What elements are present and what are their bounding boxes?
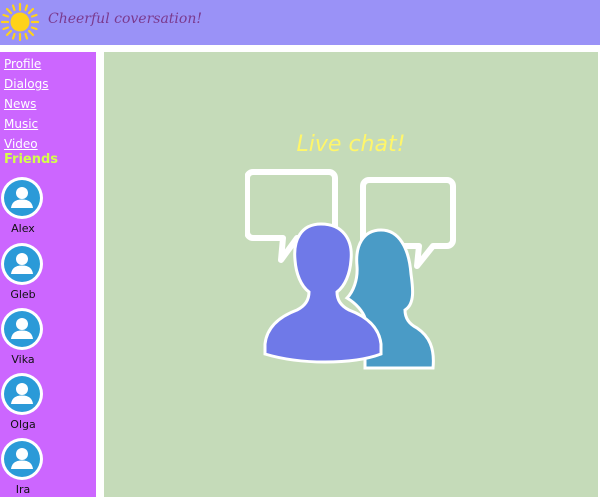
friend-item-olga[interactable]: Olga: [0, 372, 46, 431]
friend-name: Ira: [15, 483, 31, 496]
user-avatar-icon: [1, 243, 43, 285]
header-bar: Cheerful coversation!: [0, 0, 600, 45]
friend-name: Alex: [11, 222, 35, 235]
user-avatar-icon: [1, 177, 43, 219]
friend-item-alex[interactable]: Alex: [0, 176, 46, 235]
friend-item-vika[interactable]: Vika: [0, 307, 46, 366]
nav-link-video[interactable]: Video: [4, 134, 48, 154]
sidebar-nav: Profile Dialogs News Music Video: [4, 54, 48, 154]
sun-icon: [0, 2, 40, 42]
user-avatar-icon: [1, 373, 43, 415]
user-avatar-icon: [1, 308, 43, 350]
friend-name: Olga: [10, 418, 36, 431]
nav-link-profile[interactable]: Profile: [4, 54, 48, 74]
friend-item-gleb[interactable]: Gleb: [0, 242, 46, 301]
friend-name: Gleb: [10, 288, 36, 301]
user-avatar-icon: [1, 438, 43, 480]
friends-heading: Friends: [4, 152, 59, 167]
nav-link-music[interactable]: Music: [4, 114, 48, 134]
friend-item-ira[interactable]: Ira: [0, 437, 46, 496]
nav-link-news[interactable]: News: [4, 94, 48, 114]
main-content: Live chat!: [104, 52, 598, 497]
nav-link-dialogs[interactable]: Dialogs: [4, 74, 48, 94]
live-chat-headline: Live chat!: [296, 132, 406, 157]
friend-name: Vika: [11, 353, 35, 366]
live-chat-people-icon: [245, 169, 456, 370]
sidebar: Profile Dialogs News Music Video Friends…: [0, 52, 96, 497]
site-title: Cheerful coversation!: [48, 11, 202, 27]
